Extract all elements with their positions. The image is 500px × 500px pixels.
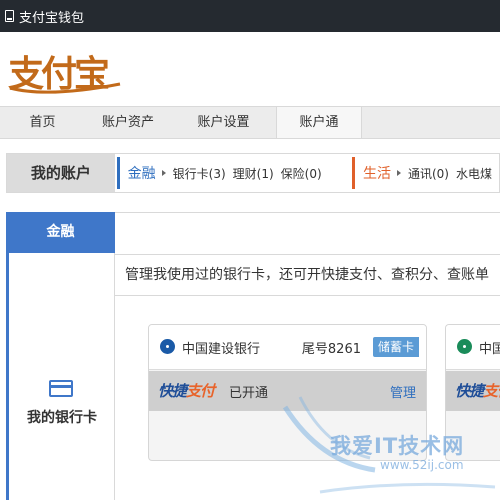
nav-item-account-assets[interactable]: 账户资产 bbox=[85, 107, 171, 138]
nav-item-home[interactable]: 首页 bbox=[0, 107, 85, 138]
nav-item-account-settings[interactable]: 账户设置 bbox=[171, 107, 276, 138]
sidebar: 金融 我的银行卡 bbox=[6, 212, 115, 500]
window-title: 支付宝钱包 bbox=[19, 10, 85, 26]
telecom-link[interactable]: 通讯(0) bbox=[408, 165, 449, 182]
bank-logo-icon bbox=[457, 339, 472, 354]
window-titlebar: 支付宝钱包 bbox=[0, 0, 500, 32]
nav-item-account-link[interactable]: 账户通 bbox=[276, 107, 362, 138]
wallet-app-icon bbox=[5, 10, 14, 22]
ccb-logo-icon bbox=[160, 339, 175, 354]
card-type-badge: 储蓄卡 bbox=[372, 337, 419, 357]
bank-card-header: 中国 bbox=[446, 325, 500, 370]
bank-cards-link[interactable]: 银行卡(3) bbox=[173, 165, 226, 182]
card-tail-number: 尾号8261 bbox=[301, 342, 361, 357]
watermark-url: www.52ij.com bbox=[380, 458, 464, 472]
wealth-link[interactable]: 理财(1) bbox=[233, 165, 274, 182]
bank-name: 中国 bbox=[479, 342, 500, 357]
section-description: 管理我使用过的银行卡，还可开快捷支付、查积分、查账单 bbox=[115, 254, 500, 296]
bank-name: 中国建设银行 bbox=[182, 342, 261, 357]
bank-card-icon bbox=[49, 380, 73, 397]
sidebar-body: 我的银行卡 bbox=[6, 253, 115, 500]
top-nav: 首页 账户资产 账户设置 账户通 bbox=[0, 106, 500, 139]
account-bar: 我的账户 金融 银行卡(3) 理财(1) 保险(0) 生活 通讯(0) 水电煤 bbox=[6, 153, 500, 193]
arrow-right-icon bbox=[396, 170, 401, 176]
quick-pay-logo-a: 快捷 bbox=[158, 382, 187, 400]
quick-pay-status: 已开通 bbox=[229, 386, 269, 401]
header: 支付宝 bbox=[0, 32, 500, 106]
insurance-link[interactable]: 保险(0) bbox=[281, 165, 322, 182]
my-account-label: 我的账户 bbox=[7, 154, 115, 192]
life-group-title[interactable]: 生活 bbox=[363, 163, 391, 183]
finance-group: 金融 银行卡(3) 理财(1) 保险(0) bbox=[116, 157, 346, 189]
alipay-logo[interactable]: 支付宝 bbox=[8, 46, 121, 94]
finance-group-title[interactable]: 金融 bbox=[128, 163, 156, 183]
quick-pay-logo: 快捷支付 bbox=[158, 380, 215, 401]
bank-card-header: 中国建设银行 尾号8261 储蓄卡 bbox=[149, 325, 426, 370]
arrow-right-icon bbox=[161, 170, 166, 176]
logo-swoosh-icon bbox=[9, 82, 121, 94]
sidebar-tab-finance[interactable]: 金融 bbox=[6, 212, 115, 253]
watermark: 我爱IT技术网 www.52ij.com bbox=[280, 392, 500, 500]
utilities-link[interactable]: 水电煤 bbox=[456, 165, 492, 182]
quick-pay-logo-b: 支付 bbox=[186, 382, 215, 400]
life-group: 生活 通讯(0) 水电煤 bbox=[351, 157, 499, 189]
sidebar-item-my-bank-cards[interactable]: 我的银行卡 bbox=[9, 407, 115, 427]
watermark-text: 我爱IT技术网 bbox=[330, 434, 465, 458]
